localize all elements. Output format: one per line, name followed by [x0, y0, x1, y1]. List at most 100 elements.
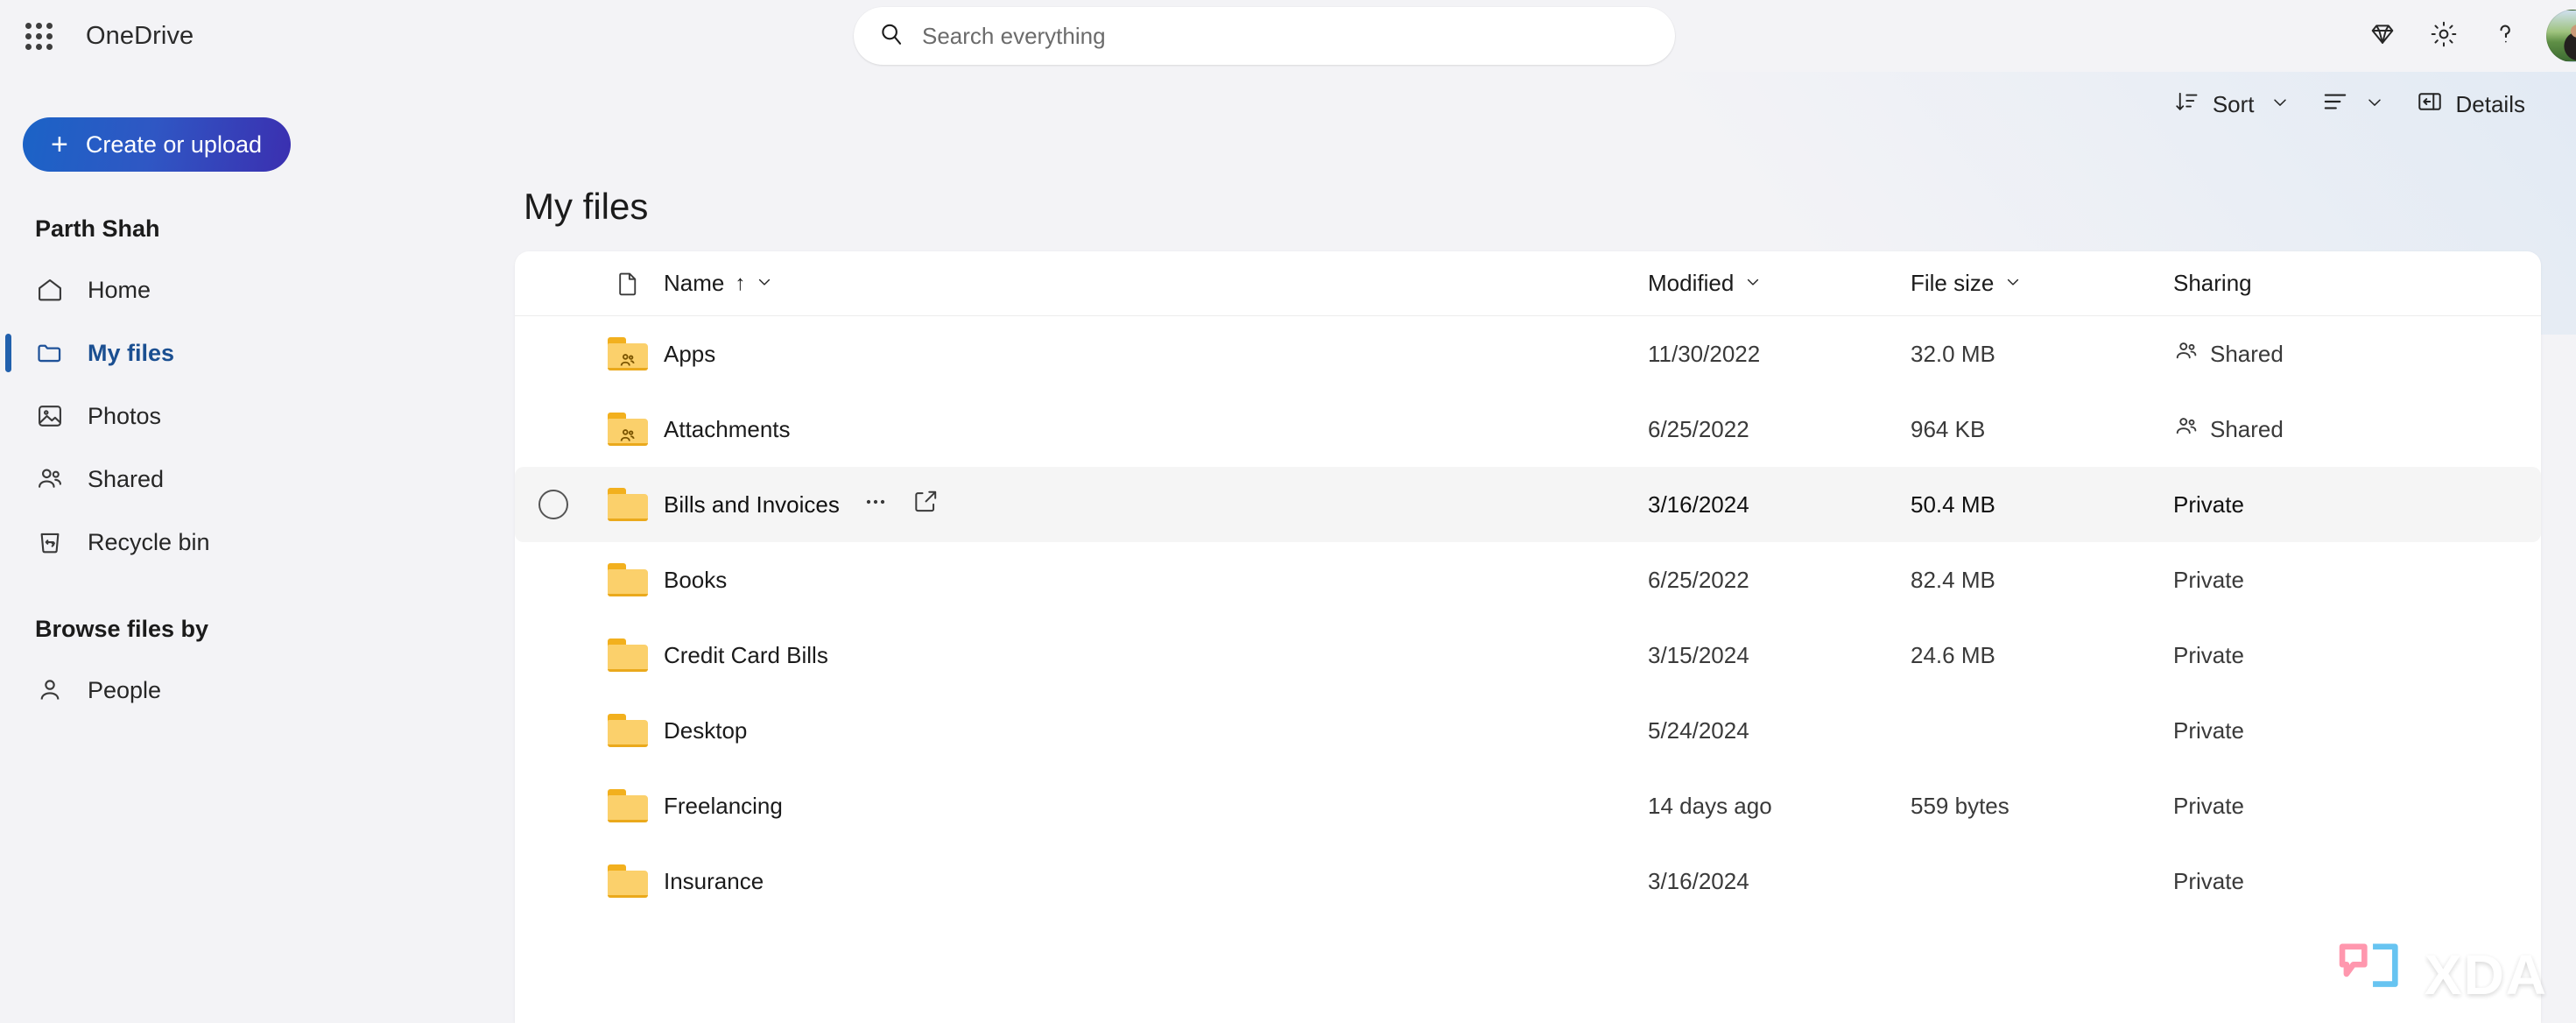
shared-folder-icon [592, 413, 664, 446]
sidebar-user-name: Parth Shah [35, 215, 160, 242]
user-avatar[interactable] [2546, 10, 2576, 62]
row-modified-cell: 3/16/2024 [1648, 867, 1749, 894]
row-select-cell[interactable] [515, 490, 592, 519]
top-bar: OneDrive [0, 0, 2576, 72]
details-pane-icon [2416, 88, 2444, 122]
row-modified-cell: 6/25/2022 [1648, 566, 1749, 593]
table-row[interactable]: Bills and Invoices 3/16/2024 50.4 MB Privat… [515, 467, 2541, 542]
file-name[interactable]: Desktop [664, 717, 747, 744]
photo-icon [35, 401, 74, 431]
table-row[interactable]: Credit Card Bills 3/15/2024 24.6 MB Private [515, 617, 2541, 693]
table-row[interactable]: Insurance 3/16/2024 Private [515, 843, 2541, 919]
table-row[interactable]: Desktop 5/24/2024 Private [515, 693, 2541, 768]
row-sharing-cell: Private [2173, 868, 2541, 895]
file-name[interactable]: Attachments [664, 416, 791, 443]
help-button[interactable] [2474, 9, 2536, 63]
app-launcher-button[interactable] [16, 13, 61, 59]
row-sharing-cell: Private [2173, 717, 2541, 744]
premium-diamond-icon [2368, 19, 2397, 53]
sidebar-item-label: Recycle bin [88, 528, 210, 555]
row-name-cell[interactable]: Books [664, 567, 1648, 594]
chevron-down-icon [2365, 91, 2384, 118]
settings-gear-icon [2429, 19, 2459, 53]
sidebar-item-photos[interactable]: Photos [0, 385, 515, 448]
column-header-modified[interactable]: Modified [1648, 270, 1911, 297]
people-icon [2173, 338, 2199, 370]
create-or-upload-label: Create or upload [85, 131, 262, 158]
file-name[interactable]: Bills and Invoices [664, 491, 840, 519]
table-body: Apps 11/30/2022 32.0 MB Shared Attachments 6/… [515, 316, 2541, 919]
row-sharing-cell: Private [2173, 491, 2541, 519]
sidebar-item-home[interactable]: Home [0, 258, 515, 321]
row-name-cell[interactable]: Bills and Invoices [664, 488, 1648, 522]
row-name-cell[interactable]: Apps [664, 341, 1648, 368]
row-name-cell[interactable]: Credit Card Bills [664, 642, 1648, 669]
person-icon [35, 675, 74, 705]
sharing-status: Private [2173, 490, 2244, 518]
row-name-cell[interactable]: Desktop [664, 717, 1648, 744]
sort-ascending-arrow-icon: ↑ [735, 271, 746, 295]
row-name-cell[interactable]: Attachments [664, 416, 1648, 443]
table-row[interactable]: Attachments 6/25/2022 964 KB Shared [515, 392, 2541, 467]
share-icon[interactable] [911, 488, 940, 522]
details-button[interactable]: Details [2400, 78, 2541, 131]
sidebar-item-label: People [88, 676, 162, 703]
column-header-sharing-label: Sharing [2173, 270, 2252, 296]
column-header-sharing[interactable]: Sharing [2173, 270, 2541, 297]
chevron-down-icon [2004, 270, 2022, 297]
brand-onedrive[interactable]: OneDrive [86, 22, 194, 51]
sidebar-item-label: Shared [88, 465, 165, 492]
chevron-down-icon [756, 270, 773, 297]
page-title: My files [524, 186, 649, 227]
folder-icon [592, 563, 664, 596]
settings-button[interactable] [2413, 9, 2474, 63]
file-name[interactable]: Freelancing [664, 793, 783, 820]
table-row[interactable]: Freelancing 14 days ago 559 bytes Private [515, 768, 2541, 843]
column-header-file-size[interactable]: File size [1911, 270, 2173, 297]
column-header-modified-label: Modified [1648, 270, 1735, 296]
table-row[interactable]: Books 6/25/2022 82.4 MB Private [515, 542, 2541, 617]
row-sharing-cell: Private [2173, 793, 2541, 820]
row-modified-cell: 3/15/2024 [1648, 641, 1749, 668]
sidebar-item-shared[interactable]: Shared [0, 448, 515, 511]
file-type-icon [592, 270, 664, 298]
sharing-status: Private [2173, 792, 2244, 819]
selection-circle-icon[interactable] [538, 490, 568, 519]
sidebar-item-recycle-bin[interactable]: Recycle bin [0, 511, 515, 574]
table-row[interactable]: Apps 11/30/2022 32.0 MB Shared [515, 316, 2541, 392]
shared-folder-icon [592, 337, 664, 370]
sidebar-item-label: Photos [88, 402, 162, 429]
column-header-name[interactable]: Name ↑ [664, 270, 1648, 297]
create-or-upload-button[interactable]: + Create or upload [23, 117, 291, 172]
search-box[interactable] [854, 7, 1675, 65]
row-modified-cell: 5/24/2024 [1648, 716, 1749, 744]
file-name[interactable]: Books [664, 567, 727, 594]
file-name[interactable]: Credit Card Bills [664, 642, 828, 669]
sort-button[interactable]: Sort [2158, 78, 2305, 131]
folder-icon [592, 714, 664, 747]
column-header-file-size-label: File size [1911, 270, 1995, 296]
premium-diamond-button[interactable] [2352, 9, 2413, 63]
row-actions [862, 488, 940, 522]
top-bar-actions [2352, 0, 2576, 72]
file-name[interactable]: Insurance [664, 868, 764, 895]
row-name-cell[interactable]: Insurance [664, 868, 1648, 895]
row-sharing-cell: Private [2173, 642, 2541, 669]
column-header-name-label: Name [664, 270, 725, 296]
people-icon [2173, 413, 2199, 446]
search-icon [878, 21, 904, 52]
view-options-button[interactable] [2305, 78, 2400, 131]
search-input[interactable] [922, 22, 1587, 50]
sidebar-item-my-files[interactable]: My files [0, 321, 515, 385]
sidebar-item-label: Home [88, 276, 151, 303]
more-options-icon[interactable] [862, 489, 889, 521]
chevron-down-icon [2270, 91, 2290, 118]
row-name-cell[interactable]: Freelancing [664, 793, 1648, 820]
file-name[interactable]: Apps [664, 341, 715, 368]
sidebar-item-people[interactable]: People [0, 659, 515, 722]
people-icon [35, 464, 74, 494]
details-label: Details [2455, 90, 2525, 117]
content-toolbar: Sort Details [2158, 72, 2541, 137]
sharing-status: Shared [2210, 415, 2284, 442]
folder-icon [592, 638, 664, 672]
